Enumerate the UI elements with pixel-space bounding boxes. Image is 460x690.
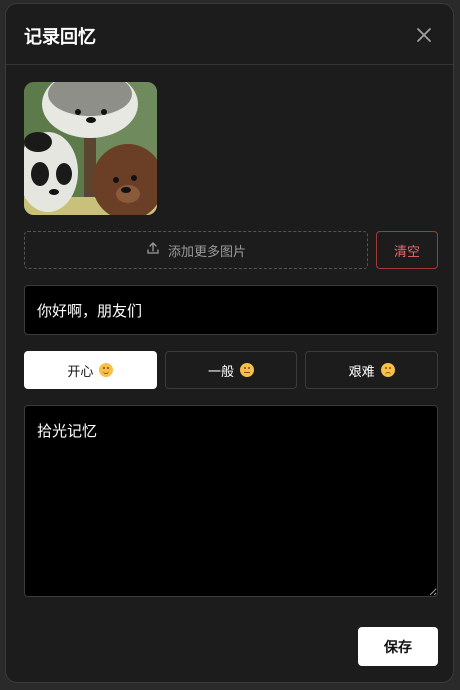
mood-option-happy[interactable]: 开心 (24, 351, 157, 389)
mood-selector: 开心 一般 艰难 (24, 351, 439, 389)
dialog-title: 记录回忆 (24, 27, 96, 48)
mood-option-hard[interactable]: 艰难 (305, 351, 439, 389)
memory-content-textarea[interactable]: 拾光记忆 (24, 405, 438, 597)
add-more-images-label: 添加更多图片 (167, 244, 246, 260)
save-button[interactable]: 保存 (358, 627, 438, 666)
record-memory-dialog: 记录回忆 添加更多图片 清空 你好啊，朋友们 开心 一般 艰难 拾光记忆 保存 (5, 3, 454, 683)
mood-label: 一般 (208, 364, 235, 380)
close-icon[interactable] (413, 24, 435, 46)
sad-emoji-icon (380, 363, 395, 377)
dialog-header: 记录回忆 (6, 4, 453, 65)
happy-emoji-icon (99, 363, 114, 377)
memory-title-input[interactable] (24, 285, 438, 335)
upload-icon (146, 241, 160, 259)
neutral-emoji-icon (240, 363, 255, 377)
uploaded-photo-thumbnail[interactable] (24, 82, 157, 215)
mood-option-neutral[interactable]: 一般 (164, 351, 298, 389)
mood-label: 开心 (67, 364, 94, 380)
clear-images-button[interactable]: 清空 (376, 231, 438, 269)
add-more-images-button[interactable]: 添加更多图片 (24, 231, 368, 269)
mood-label: 艰难 (348, 364, 375, 380)
